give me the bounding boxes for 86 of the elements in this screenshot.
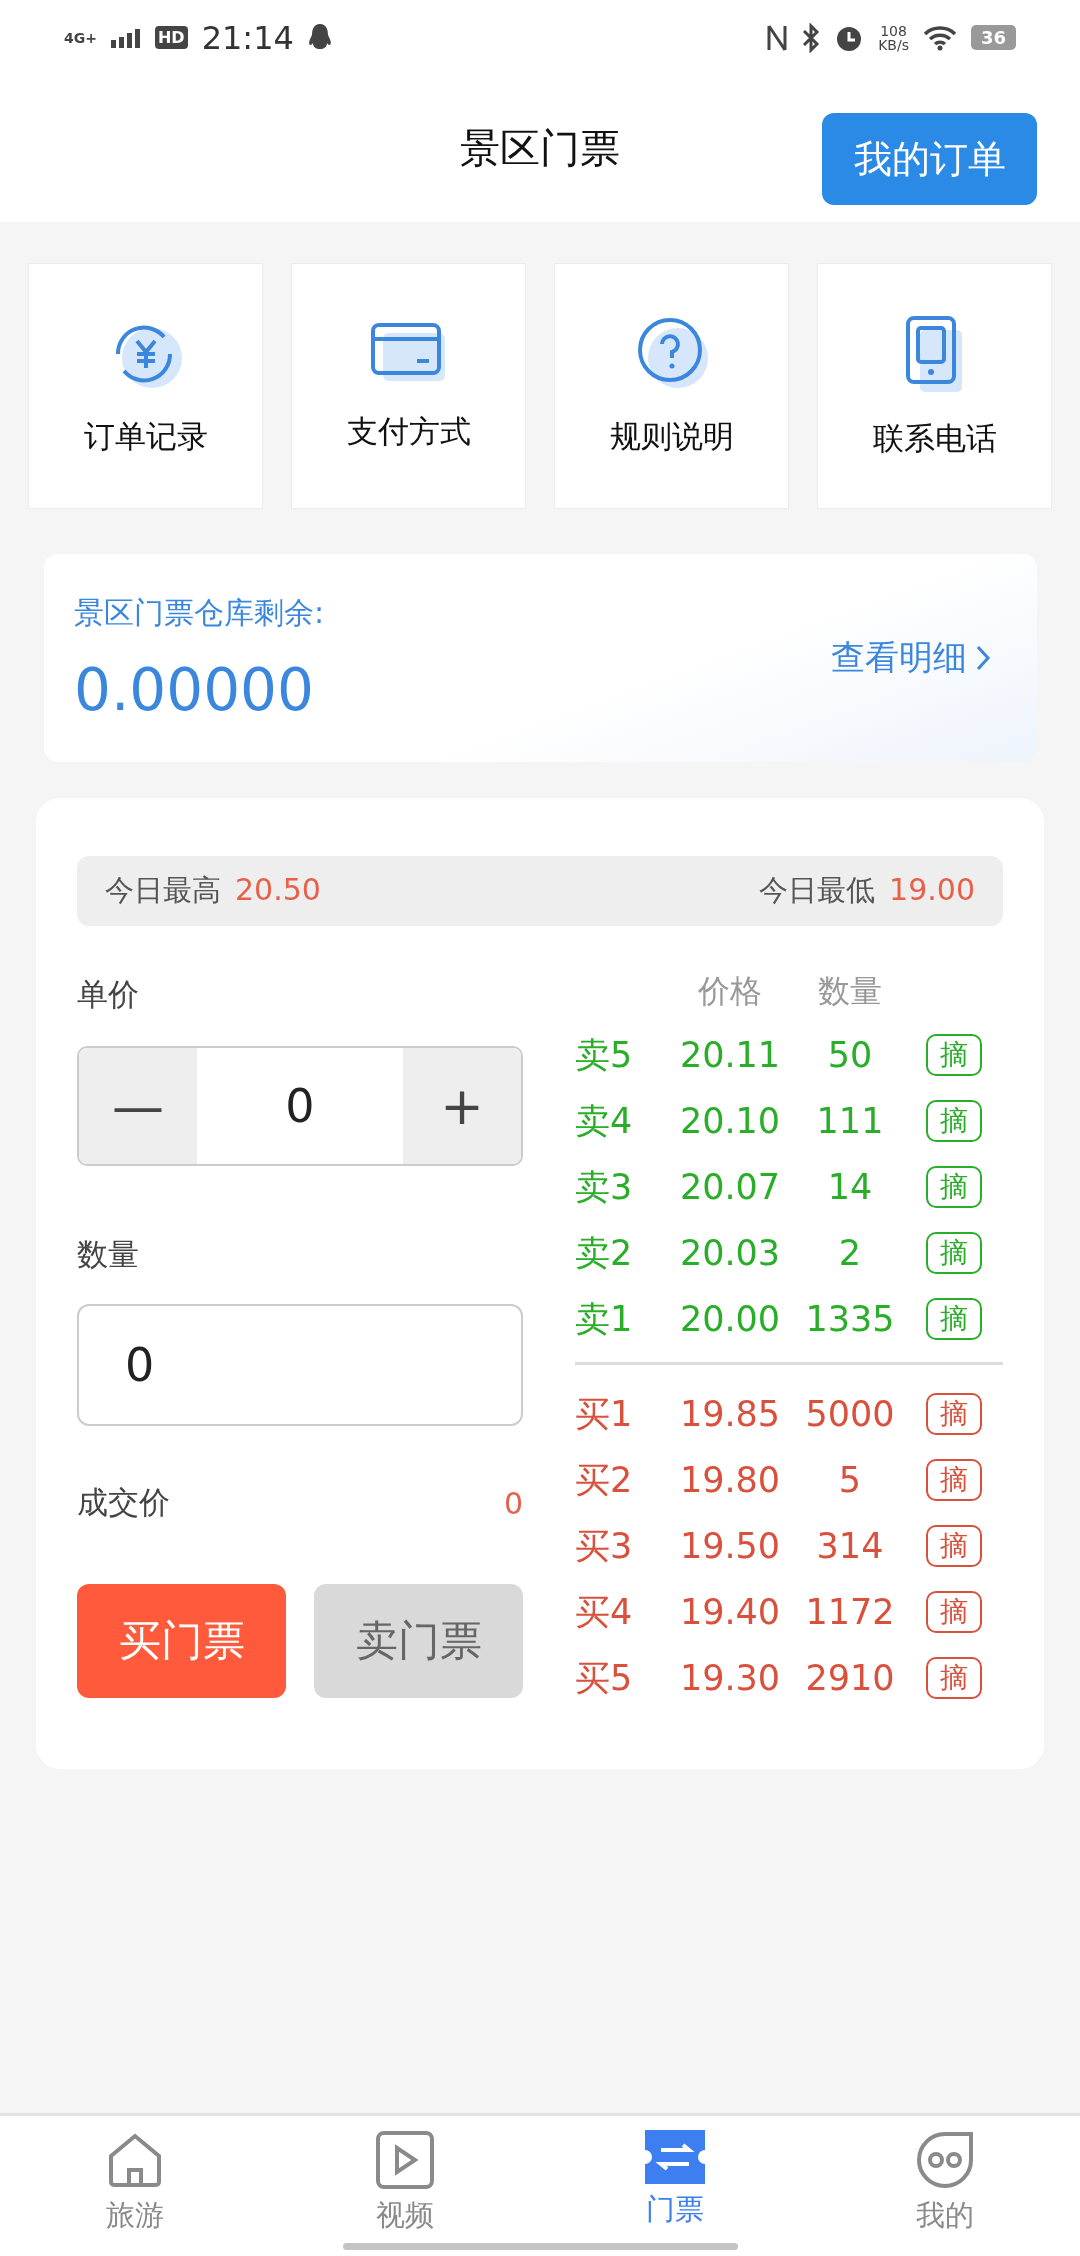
plus-button[interactable]: + — [403, 1048, 521, 1164]
price-cell-text: 20.10 — [678, 1101, 782, 1141]
low-value: 19.00 — [889, 872, 975, 907]
buy-button[interactable]: 买门票 — [77, 1584, 286, 1698]
price-value: 0 — [284, 1078, 316, 1135]
deal-price-label: 成交价 — [77, 1483, 170, 1522]
price-cell-text: 20.07 — [678, 1167, 782, 1207]
level-label: 买3 — [575, 1524, 634, 1568]
tab-item[interactable]: 旅游 — [0, 2116, 270, 2256]
level-label: 卖2 — [575, 1231, 634, 1275]
level-label: 卖5 — [575, 1033, 634, 1077]
take-button[interactable]: 摘 — [926, 1232, 982, 1274]
price-cell-text: 20.00 — [678, 1299, 782, 1339]
minus-button[interactable]: — — [79, 1048, 197, 1164]
level-label: 卖1 — [575, 1297, 634, 1341]
level-label: 买4 — [575, 1590, 634, 1634]
column-header: 数量 — [817, 971, 883, 1012]
battery-indicator: 36 — [970, 25, 1016, 50]
level-label: 买5 — [575, 1656, 634, 1700]
warehouse-label: 景区门票仓库剩余: — [74, 593, 325, 632]
take-button[interactable]: 摘 — [926, 1657, 982, 1699]
quantity-cell-text: 111 — [815, 1101, 885, 1141]
quantity-cell-text: 50 — [826, 1035, 874, 1075]
shortcut-card[interactable]: 联系电话 — [817, 263, 1052, 509]
warehouse-value: 0.00000 — [74, 655, 315, 724]
quantity-cell-text: 314 — [815, 1526, 885, 1566]
high-value: 20.50 — [235, 872, 321, 907]
price-stepper[interactable]: — 0 + — [77, 1046, 523, 1166]
chevron-icon — [975, 644, 991, 672]
take-button[interactable]: 摘 — [926, 1393, 982, 1435]
shortcut-label: 联系电话 — [872, 419, 997, 458]
my-orders-button[interactable]: 我的订单 — [822, 113, 1037, 205]
high-label: 今日最高 — [105, 872, 221, 909]
quantity-cell-text: 1172 — [804, 1592, 896, 1632]
take-button[interactable]: 摘 — [926, 1100, 982, 1142]
quantity-cell-text: 2910 — [804, 1658, 896, 1698]
take-button[interactable]: 摘 — [926, 1298, 982, 1340]
tab-item[interactable]: 视频 — [270, 2116, 540, 2256]
bluetooth-icon — [802, 22, 821, 53]
column-header: 价格 — [697, 971, 763, 1012]
quantity-cell-text: 5000 — [804, 1394, 896, 1434]
price-cell-text: 19.80 — [678, 1460, 782, 1500]
level-label: 买2 — [575, 1458, 634, 1502]
network-speed: 108 KB/s — [878, 23, 909, 52]
shortcut-label: 订单记录 — [83, 417, 208, 456]
details-link[interactable]: 查看明细 — [831, 635, 991, 681]
quantity-cell-text: 5 — [837, 1460, 863, 1500]
shortcut-card[interactable]: 规则说明 — [554, 263, 789, 509]
page-title: 景区门票 — [460, 124, 620, 173]
price-cell-text: 20.03 — [678, 1233, 782, 1273]
hd-badge: HD — [154, 26, 188, 49]
sell-button[interactable]: 卖门票 — [314, 1584, 523, 1698]
price-cell-text: 19.50 — [678, 1526, 782, 1566]
price-cell-text: 19.85 — [678, 1394, 782, 1434]
quantity-field[interactable]: 0 — [77, 1304, 523, 1426]
tab-item[interactable]: 我的 — [810, 2116, 1080, 2256]
take-button[interactable]: 摘 — [926, 1166, 982, 1208]
network-label: 4G+ — [64, 30, 97, 45]
take-button[interactable]: 摘 — [926, 1591, 982, 1633]
low-label: 今日最低 — [759, 872, 876, 909]
take-button[interactable]: 摘 — [926, 1459, 982, 1501]
shortcut-label: 支付方式 — [346, 412, 471, 451]
tab-item[interactable]: 门票 — [540, 2116, 810, 2256]
play-icon — [375, 2130, 435, 2190]
shortcut-card[interactable]: 订单记录 — [28, 263, 263, 509]
shortcut-label: 规则说明 — [609, 417, 734, 456]
price-cell-text: 19.30 — [678, 1658, 782, 1698]
face-icon — [915, 2130, 975, 2190]
quantity-label: 数量 — [77, 1235, 140, 1274]
quantity-cell-text: 14 — [826, 1167, 874, 1207]
wifi-icon — [922, 24, 957, 51]
price-cell-text: 20.11 — [678, 1035, 782, 1075]
take-button[interactable]: 摘 — [926, 1034, 982, 1076]
level-label: 卖4 — [575, 1099, 634, 1143]
level-label: 卖3 — [575, 1165, 634, 1209]
deal-price-value: 0 — [503, 1485, 523, 1521]
signal-icon — [110, 27, 141, 48]
take-button[interactable]: 摘 — [926, 1525, 982, 1567]
quantity-cell-text: 2 — [837, 1233, 863, 1273]
clock: 21:14 — [201, 18, 294, 57]
shortcut-card[interactable]: 支付方式 — [291, 263, 526, 509]
level-label: 买1 — [575, 1392, 634, 1436]
price-label: 单价 — [77, 975, 140, 1014]
ticket-icon — [645, 2130, 705, 2184]
quantity-cell-text: 1335 — [804, 1299, 896, 1339]
price-cell-text: 19.40 — [678, 1592, 782, 1632]
